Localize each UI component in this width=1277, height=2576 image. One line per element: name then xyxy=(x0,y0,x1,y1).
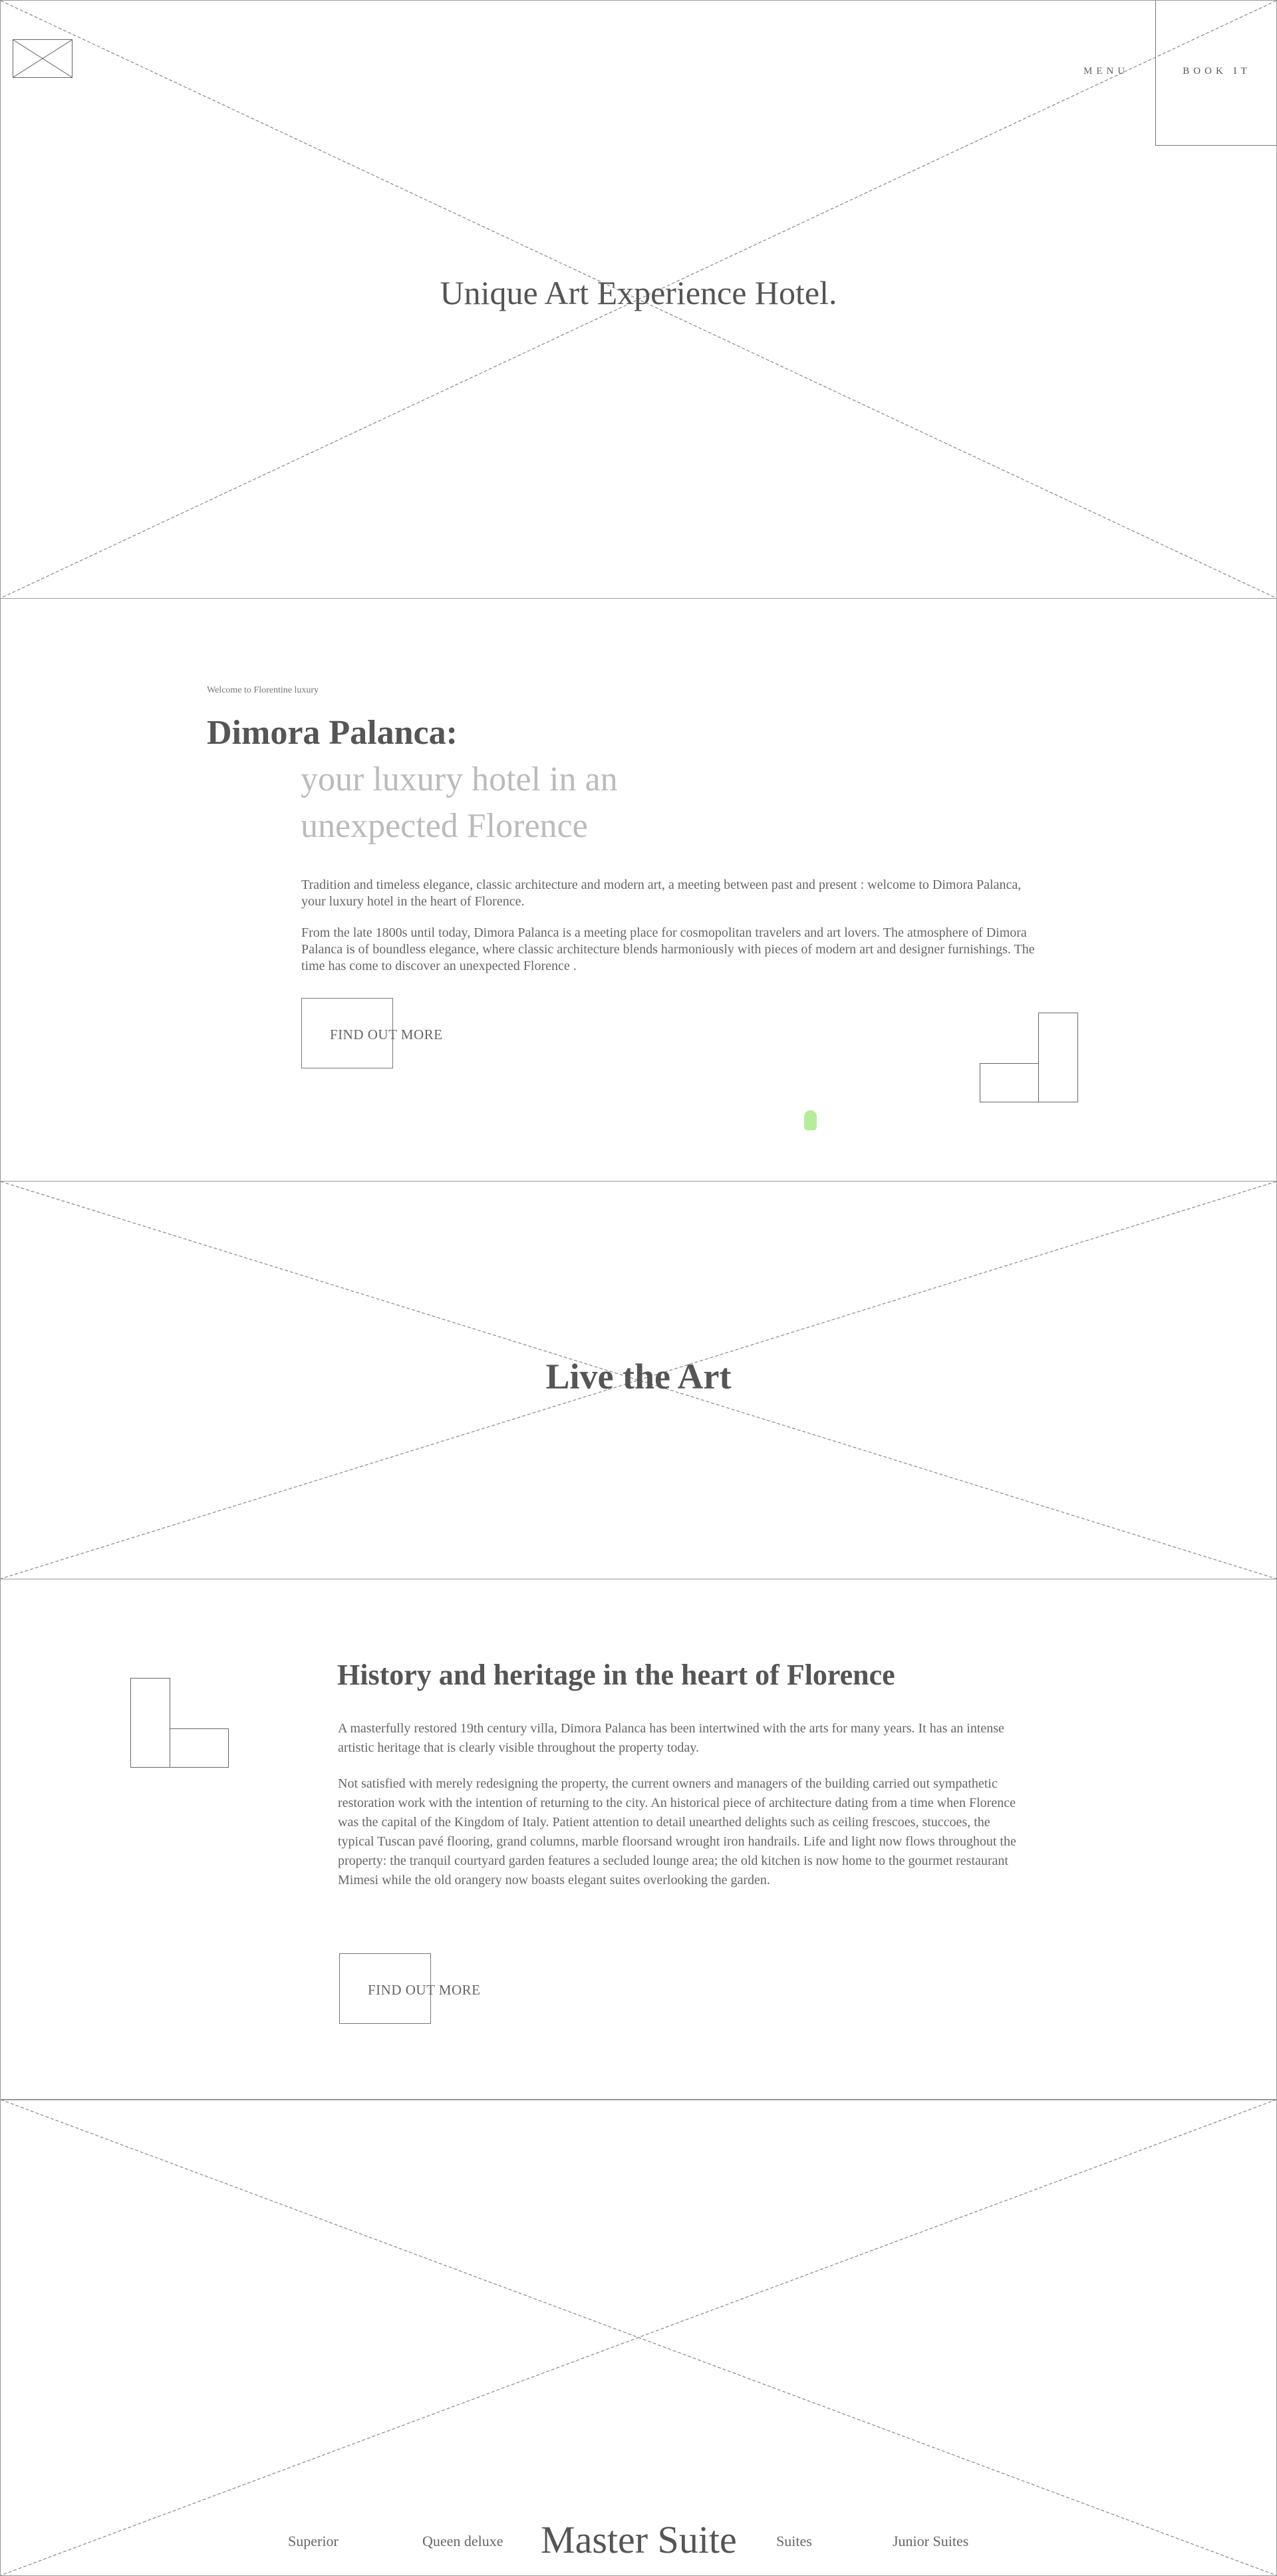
suites-section: Superior Queen deluxe Master Suite Suite… xyxy=(0,2099,1277,2576)
intro-subtitle-line2: unexpected Florence xyxy=(301,807,588,845)
live-title: Live the Art xyxy=(545,1357,732,1396)
find-out-more-label: FIND OUT MORE xyxy=(330,1027,443,1043)
suite-tab-suites[interactable]: Suites xyxy=(776,2533,812,2550)
history-title: History and heritage in the heart of Flo… xyxy=(337,1659,895,1691)
intro-subtitle: your luxury hotel in an unexpected Flore… xyxy=(301,756,766,850)
suite-tab-queen-deluxe[interactable]: Queen deluxe xyxy=(422,2533,503,2550)
hero-title: Unique Art Experience Hotel. xyxy=(440,274,837,311)
history-paragraph-1: A masterfully restored 19th century vill… xyxy=(338,1721,1004,1755)
decorative-block-short xyxy=(980,1063,1039,1102)
intro-subtitle-line1: your luxury hotel in an xyxy=(301,760,618,798)
history-paragraph-2: Not satisfied with merely redesigning th… xyxy=(338,1776,1016,1887)
history-section: History and heritage in the heart of Flo… xyxy=(0,1579,1277,2100)
menu-link[interactable]: MENU xyxy=(1083,66,1129,77)
book-it-label: BOOK IT xyxy=(1183,66,1251,77)
hero-section: MENU BOOK IT Unique Art Experience Hotel… xyxy=(0,0,1277,599)
find-out-more-label: FIND OUT MORE xyxy=(368,1982,481,1998)
decorative-block-short xyxy=(170,1728,229,1768)
intro-find-out-more-button[interactable]: FIND OUT MORE xyxy=(301,998,442,1068)
logo-placeholder-icon[interactable] xyxy=(13,39,72,78)
suites-image-placeholder xyxy=(1,2100,1276,2575)
cursor-dot-icon xyxy=(804,1110,817,1130)
suite-tab-superior[interactable]: Superior xyxy=(288,2533,339,2550)
history-find-out-more-button[interactable]: FIND OUT MORE xyxy=(339,1953,480,2024)
suite-tab-junior-suites[interactable]: Junior Suites xyxy=(893,2533,968,2550)
intro-title: Dimora Palanca: xyxy=(207,714,458,752)
book-it-button[interactable]: BOOK IT xyxy=(1155,1,1276,146)
live-the-art-section: Live the Art xyxy=(0,1181,1277,1579)
intro-kicker: Welcome to Florentine luxury xyxy=(207,685,319,695)
suite-tab-master-suite[interactable]: Master Suite xyxy=(541,2517,737,2562)
decorative-block-tall xyxy=(130,1678,170,1768)
intro-section: Welcome to Florentine luxury Dimora Pala… xyxy=(0,598,1277,1182)
intro-paragraph-1: Tradition and timeless elegance, classic… xyxy=(301,878,1022,909)
intro-paragraph-2: From the late 1800s until today, Dimora … xyxy=(301,925,1035,973)
decorative-block-tall xyxy=(1038,1013,1078,1102)
